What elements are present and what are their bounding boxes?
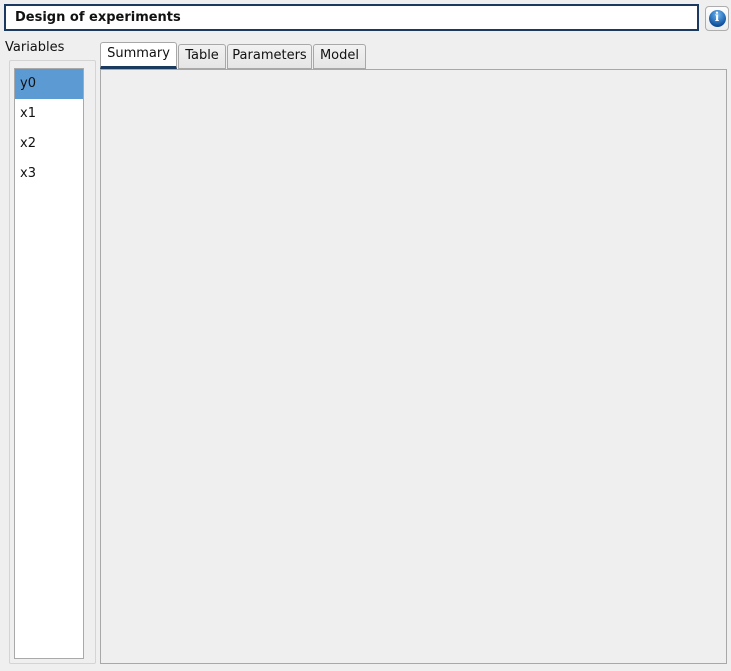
info-button[interactable]: i bbox=[705, 6, 729, 31]
variable-item-x1[interactable]: x1 bbox=[15, 99, 83, 129]
window-title: Design of experiments bbox=[15, 10, 181, 25]
tab-summary[interactable]: Summary bbox=[100, 42, 177, 69]
tab-model[interactable]: Model bbox=[313, 44, 366, 69]
tab-content-frame bbox=[100, 69, 727, 664]
tab-table[interactable]: Table bbox=[178, 44, 226, 69]
variable-item-y0[interactable]: y0 bbox=[15, 69, 83, 99]
window-title-bar: Design of experiments bbox=[4, 4, 699, 31]
variables-label: Variables bbox=[5, 40, 64, 56]
tab-parameters[interactable]: Parameters bbox=[227, 44, 312, 69]
variable-item-x3[interactable]: x3 bbox=[15, 159, 83, 189]
variable-item-x2[interactable]: x2 bbox=[15, 129, 83, 159]
variables-list: y0 x1 x2 x3 bbox=[14, 68, 84, 659]
info-icon: i bbox=[709, 10, 726, 27]
